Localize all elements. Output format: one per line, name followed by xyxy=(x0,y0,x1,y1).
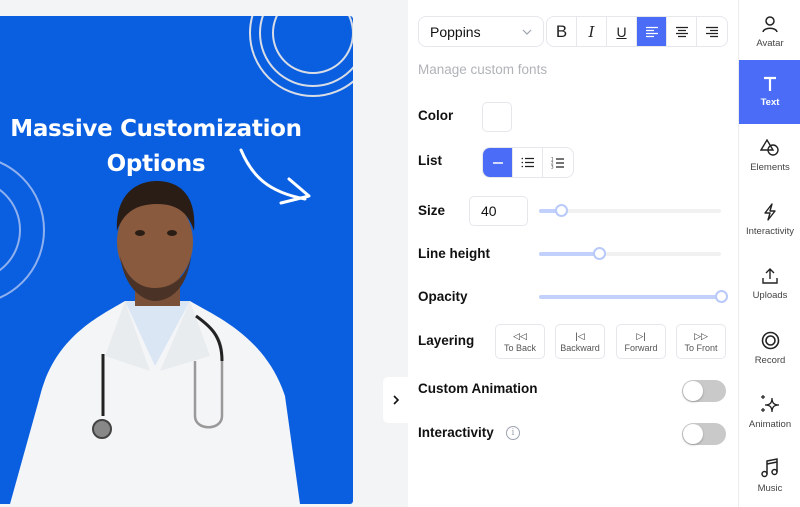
line-height-label: Line height xyxy=(418,246,490,261)
list-style-group: 123 xyxy=(482,147,574,178)
canvas-area: Massive Customization Options xyxy=(0,0,408,507)
text-properties-panel: Poppins B I U Manage custom fonts Color xyxy=(408,0,738,507)
underline-button[interactable]: U xyxy=(607,17,637,46)
align-left-icon xyxy=(645,26,658,37)
svg-text:3: 3 xyxy=(551,164,554,169)
slider-fill xyxy=(539,295,721,299)
tool-sidebar: Avatar Text Elements Interactivity Uploa… xyxy=(738,0,800,507)
align-center-button[interactable] xyxy=(667,17,697,46)
font-toolbar: Poppins B I U xyxy=(418,16,728,47)
to-front-label: To Front xyxy=(684,342,718,353)
sidebar-label: Elements xyxy=(750,162,790,173)
backward-icon: |◁ xyxy=(575,330,585,341)
sidebar-item-uploads[interactable]: Uploads xyxy=(739,252,800,316)
music-icon xyxy=(761,458,778,478)
no-list-icon xyxy=(492,161,503,164)
avatar-icon xyxy=(762,16,778,33)
color-label: Color xyxy=(418,108,454,123)
bold-icon: B xyxy=(555,21,568,41)
italic-icon: I xyxy=(588,22,595,41)
animation-icon xyxy=(761,395,780,413)
collapse-panel-button[interactable] xyxy=(383,377,408,423)
sidebar-label: Record xyxy=(754,354,786,366)
manage-custom-fonts-link[interactable]: Manage custom fonts xyxy=(418,62,547,77)
bullet-list-button[interactable] xyxy=(513,148,543,177)
forward-label: Forward xyxy=(624,342,658,353)
sidebar-item-avatar[interactable]: Avatar xyxy=(739,0,800,64)
canvas-headline[interactable]: Massive Customization Options xyxy=(0,112,312,182)
text-color-swatch[interactable] xyxy=(482,102,512,132)
backward-button[interactable]: |◁ Backward xyxy=(555,324,605,359)
interactivity-toggle[interactable] xyxy=(682,423,726,445)
headline-line-1: Massive Customization xyxy=(10,116,302,142)
sidebar-item-interactivity[interactable]: Interactivity xyxy=(739,188,800,252)
editor-root: Massive Customization Options Poppins B … xyxy=(0,0,800,507)
toggle-knob xyxy=(683,424,703,444)
font-family-value: Poppins xyxy=(430,23,481,40)
font-family-select[interactable]: Poppins xyxy=(418,16,544,47)
record-icon xyxy=(761,331,779,349)
sidebar-label: Uploads xyxy=(752,290,788,301)
sidebar-item-elements[interactable]: Elements xyxy=(739,124,800,188)
size-label: Size xyxy=(418,203,446,218)
interactivity-icon xyxy=(764,203,776,221)
headline-line-2: Options xyxy=(106,151,206,177)
align-right-button[interactable] xyxy=(697,17,727,46)
sidebar-item-text[interactable]: Text xyxy=(739,60,800,124)
align-right-icon xyxy=(706,26,718,37)
to-back-button[interactable]: ◁◁ To Back xyxy=(495,324,545,359)
layering-label: Layering xyxy=(418,333,475,348)
format-button-group: B I U xyxy=(546,16,728,47)
toggle-knob xyxy=(683,381,703,401)
font-size-slider[interactable] xyxy=(539,204,721,217)
custom-animation-label: Custom Animation xyxy=(418,381,538,396)
opacity-label: Opacity xyxy=(418,289,468,304)
opacity-slider[interactable] xyxy=(539,290,728,303)
to-back-icon: ◁◁ xyxy=(513,330,527,341)
chevron-right-icon xyxy=(392,395,399,405)
numbered-list-icon: 123 xyxy=(551,157,564,169)
uploads-icon xyxy=(762,268,778,284)
backward-label: Backward xyxy=(560,342,600,353)
text-icon xyxy=(764,76,776,91)
italic-button[interactable]: I xyxy=(577,17,607,46)
interactivity-label: Interactivity xyxy=(418,425,494,440)
align-center-icon xyxy=(675,26,688,37)
bold-button[interactable]: B xyxy=(547,17,577,46)
slider-fill xyxy=(539,252,600,256)
font-size-input[interactable] xyxy=(469,196,528,226)
line-height-slider[interactable] xyxy=(539,247,721,260)
slider-thumb[interactable] xyxy=(554,204,568,217)
chevron-down-icon xyxy=(522,29,532,35)
info-icon[interactable]: i xyxy=(506,426,520,440)
sidebar-label: Text xyxy=(760,97,780,108)
sidebar-label: Music xyxy=(757,483,783,494)
custom-animation-toggle[interactable] xyxy=(682,380,726,402)
forward-icon: ▷| xyxy=(636,330,646,341)
elements-icon xyxy=(760,139,779,156)
sidebar-item-animation[interactable]: Animation xyxy=(739,380,800,444)
sidebar-item-music[interactable]: Music xyxy=(739,444,800,507)
sidebar-label: Animation xyxy=(748,419,792,430)
slider-thumb[interactable] xyxy=(593,247,607,260)
list-label: List xyxy=(418,153,443,168)
list-none-button[interactable] xyxy=(483,148,513,177)
slider-thumb[interactable] xyxy=(715,290,728,303)
sidebar-item-record[interactable]: Record xyxy=(739,316,800,380)
align-left-button[interactable] xyxy=(637,17,667,46)
to-back-label: To Back xyxy=(503,342,536,353)
decorative-circles xyxy=(0,16,353,504)
design-canvas[interactable]: Massive Customization Options xyxy=(0,16,353,504)
to-front-icon: ▷▷ xyxy=(694,330,708,341)
numbered-list-button[interactable]: 123 xyxy=(543,148,573,177)
to-front-button[interactable]: ▷▷ To Front xyxy=(676,324,726,359)
forward-button[interactable]: ▷| Forward xyxy=(616,324,666,359)
bullet-list-icon xyxy=(521,157,534,168)
underline-icon: U xyxy=(616,23,627,40)
doctor-image xyxy=(10,181,300,504)
sidebar-label: Interactivity xyxy=(745,226,795,237)
sidebar-label: Avatar xyxy=(756,38,784,49)
